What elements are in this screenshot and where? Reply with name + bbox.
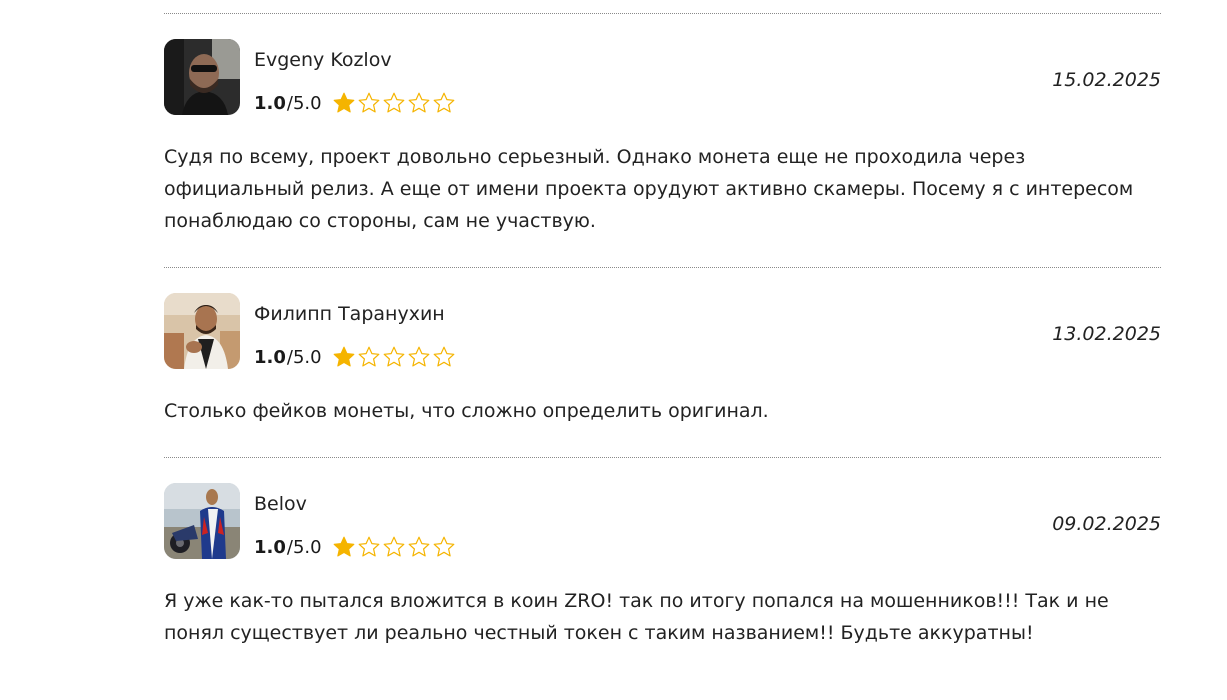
star-empty-icon	[358, 536, 380, 557]
rating: 1.0/5.0	[254, 90, 456, 116]
star-rating	[332, 535, 456, 559]
rating-max: 5.0	[292, 346, 322, 368]
review-divider	[164, 13, 1161, 14]
rating-score: 1.0	[254, 346, 286, 368]
star-empty-icon	[433, 92, 455, 113]
review-text: Столько фейков монеты, что сложно опреде…	[164, 400, 769, 422]
star-filled-icon	[333, 346, 355, 367]
avatar	[164, 39, 240, 115]
review-item: Филипп Таранухин 1.0/5.0 13.02.2025 Стол…	[164, 293, 1161, 427]
review-item: Belov 1.0/5.0 09.02.2025 Я уже как-то пы…	[164, 483, 1161, 649]
star-empty-icon	[383, 346, 405, 367]
star-empty-icon	[358, 92, 380, 113]
review-date: 13.02.2025	[1052, 323, 1161, 345]
reviews-list: Evgeny Kozlov 1.0/5.0 15.02.2025 Судя по…	[164, 0, 1161, 649]
star-filled-icon	[333, 92, 355, 113]
rating-score: 1.0	[254, 92, 286, 114]
review-header: Belov 1.0/5.0 09.02.2025	[164, 483, 1161, 559]
review-header: Филипп Таранухин 1.0/5.0 13.02.2025	[164, 293, 1161, 369]
star-empty-icon	[358, 346, 380, 367]
rating-score: 1.0	[254, 536, 286, 558]
review-header: Evgeny Kozlov 1.0/5.0 15.02.2025	[164, 39, 1161, 115]
star-empty-icon	[408, 92, 430, 113]
star-empty-icon	[408, 346, 430, 367]
star-empty-icon	[408, 536, 430, 557]
star-filled-icon	[333, 536, 355, 557]
review-author: Филипп Таранухин	[254, 303, 445, 325]
rating: 1.0/5.0	[254, 534, 456, 560]
star-empty-icon	[383, 536, 405, 557]
review-item: Evgeny Kozlov 1.0/5.0 15.02.2025 Судя по…	[164, 39, 1161, 237]
star-rating	[332, 91, 456, 115]
review-author: Evgeny Kozlov	[254, 49, 392, 71]
rating: 1.0/5.0	[254, 344, 456, 370]
avatar	[164, 483, 240, 559]
review-divider	[164, 457, 1161, 458]
review-text: Я уже как-то пытался вложится в коин ZRO…	[164, 590, 1109, 644]
review-divider	[164, 267, 1161, 268]
review-date: 15.02.2025	[1052, 69, 1161, 91]
review-text: Судя по всему, проект довольно серьезный…	[164, 146, 1134, 232]
star-empty-icon	[433, 536, 455, 557]
star-empty-icon	[383, 92, 405, 113]
star-empty-icon	[433, 346, 455, 367]
star-rating	[332, 345, 456, 369]
review-author: Belov	[254, 493, 307, 515]
rating-max: 5.0	[292, 92, 322, 114]
review-date: 09.02.2025	[1052, 513, 1161, 535]
avatar	[164, 293, 240, 369]
rating-max: 5.0	[292, 536, 322, 558]
